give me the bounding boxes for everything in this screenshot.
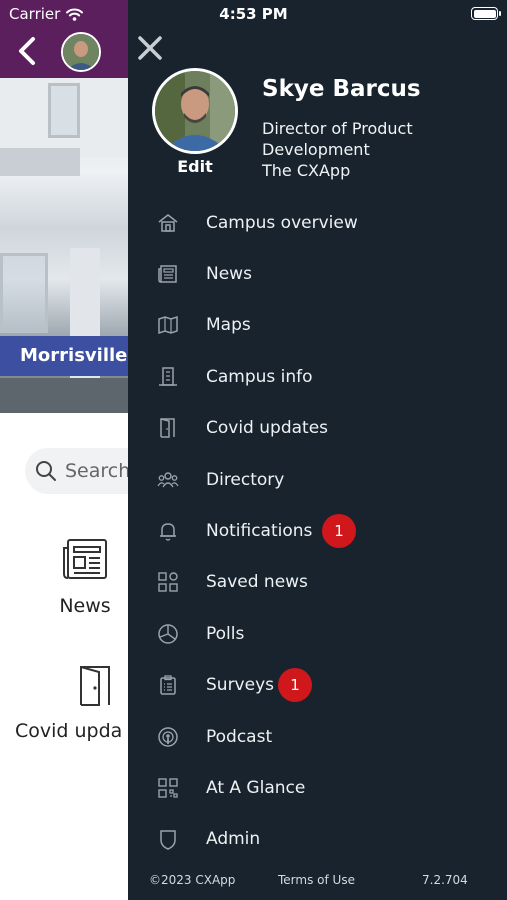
- battery-icon: [471, 7, 501, 20]
- menu-item-label: News: [206, 264, 252, 285]
- notifications-badge: 1: [322, 514, 356, 549]
- menu-item-label: Saved news: [206, 572, 308, 593]
- covid-tile[interactable]: Covid upda: [15, 663, 140, 742]
- menu-item-maps[interactable]: Maps: [128, 300, 507, 351]
- door-icon: [79, 666, 110, 706]
- profile-avatar[interactable]: [152, 68, 238, 154]
- covid-tile-label: Covid upda: [15, 720, 123, 742]
- profile-details: Director of Product Development The CXAp…: [262, 118, 492, 181]
- navigation-drawer: 4:53 PM Edit Skye Barcus Director of Pro…: [128, 0, 507, 900]
- building-icon: [159, 367, 177, 386]
- podcast-icon: [158, 726, 178, 747]
- menu-item-news[interactable]: News: [128, 248, 507, 299]
- menu-item-label: Maps: [206, 315, 251, 336]
- menu-item-label: Covid updates: [206, 418, 329, 439]
- bell-icon: [160, 523, 176, 541]
- map-icon: [158, 316, 178, 335]
- clipboard-icon: [160, 675, 176, 695]
- status-bar-left: Carrier: [9, 5, 84, 23]
- job-title-line2: Development: [262, 140, 370, 159]
- menu-item-label: Surveys: [206, 675, 274, 696]
- location-banner: Morrisville,: [0, 336, 140, 376]
- menu-item-label: Campus info: [206, 366, 313, 387]
- newspaper-icon: [63, 539, 107, 579]
- menu-item-label: At A Glance: [206, 777, 306, 798]
- carrier-label: Carrier: [9, 5, 61, 23]
- version-text: 7.2.704: [422, 873, 468, 887]
- menu-item-polls[interactable]: Polls: [128, 608, 507, 659]
- door-icon: [160, 418, 175, 438]
- menu-item-covid-updates[interactable]: Covid updates: [128, 403, 507, 454]
- saved-news-icon: [158, 572, 178, 593]
- surveys-badge: 1: [278, 668, 312, 703]
- profile-name: Skye Barcus: [262, 76, 421, 102]
- menu-item-label: Podcast: [206, 726, 273, 747]
- copyright-text: ©2023 CXApp: [149, 873, 236, 887]
- menu-item-campus-overview[interactable]: Campus overview: [128, 197, 507, 248]
- menu-item-label: Polls: [206, 623, 245, 644]
- company-name: The CXApp: [262, 161, 351, 180]
- qr-code-icon: [158, 778, 178, 798]
- header-avatar[interactable]: [61, 32, 101, 72]
- menu-item-label: Admin: [206, 829, 261, 850]
- close-icon[interactable]: [136, 34, 164, 62]
- people-icon: [157, 471, 179, 488]
- menu-item-surveys[interactable]: Surveys 1: [128, 660, 507, 711]
- menu-item-saved-news[interactable]: Saved news: [128, 557, 507, 608]
- pie-chart-icon: [158, 624, 178, 644]
- newspaper-icon: [158, 265, 177, 283]
- search-icon: [36, 461, 56, 481]
- menu-item-notifications[interactable]: Notifications 1: [128, 505, 507, 556]
- drawer-menu: Campus overview News Maps Campus info Co…: [128, 197, 507, 865]
- menu-item-label: Campus overview: [206, 212, 358, 233]
- menu-item-at-a-glance[interactable]: At A Glance: [128, 762, 507, 813]
- menu-item-admin[interactable]: Admin: [128, 814, 507, 865]
- status-time: 4:53 PM: [219, 5, 288, 23]
- home-icon: [158, 213, 178, 232]
- news-tile-label: News: [59, 595, 111, 617]
- shield-icon: [160, 830, 176, 851]
- app-header: Carrier: [0, 0, 140, 78]
- back-chevron-icon[interactable]: [16, 36, 40, 66]
- menu-item-podcast[interactable]: Podcast: [128, 711, 507, 762]
- edit-profile-link[interactable]: Edit: [152, 157, 238, 176]
- menu-item-label: Directory: [206, 469, 285, 490]
- menu-item-campus-info[interactable]: Campus info: [128, 351, 507, 402]
- menu-item-label: Notifications: [206, 521, 313, 542]
- menu-item-directory[interactable]: Directory: [128, 454, 507, 505]
- terms-of-use-link[interactable]: Terms of Use: [278, 873, 355, 887]
- wifi-icon: [66, 8, 84, 21]
- job-title-line1: Director of Product: [262, 119, 413, 138]
- search-placeholder: Search: [65, 460, 131, 482]
- news-tile[interactable]: News: [40, 538, 130, 617]
